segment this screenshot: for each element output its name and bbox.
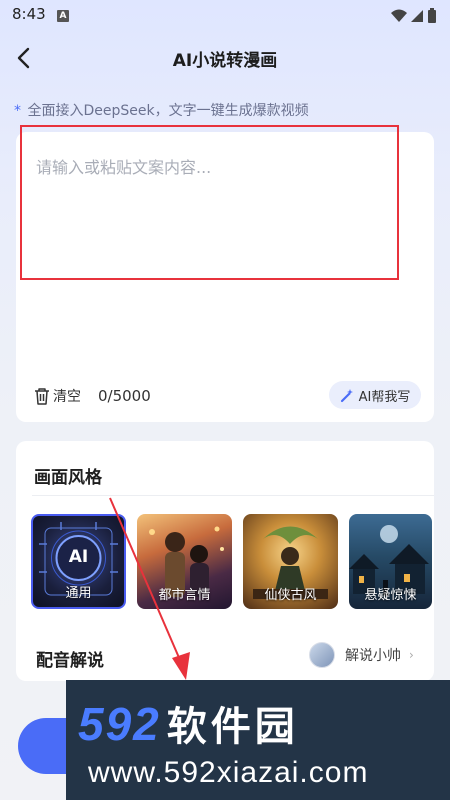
chevron-right-icon: ›	[409, 648, 414, 662]
style-tile-urban-romance[interactable]: 都市言情	[137, 514, 232, 609]
voice-selector[interactable]: 解说小帅 ›	[309, 642, 414, 668]
style-tile-general[interactable]: AI 通用	[31, 514, 126, 609]
watermark-logo: 592 软件园	[78, 694, 299, 752]
ai-badge: AI	[68, 547, 89, 567]
status-icons	[390, 7, 438, 29]
style-tile-xianxia[interactable]: 仙侠古风	[243, 514, 338, 609]
status-time: 8:43	[12, 5, 46, 23]
style-section-title: 画面风格	[34, 468, 102, 488]
clear-button[interactable]: 清空	[34, 386, 81, 406]
style-label: 悬疑惊悚	[364, 588, 417, 603]
watermark-name: 软件园	[166, 704, 299, 750]
notice-label: 全面接入DeepSeek，文字一键生成爆款视频	[27, 103, 309, 119]
notice-text: * 全面接入DeepSeek，文字一键生成爆款视频	[14, 100, 309, 120]
clear-label: 清空	[53, 389, 81, 405]
style-label: 都市言情	[158, 588, 211, 603]
char-counter: 0/5000	[98, 387, 151, 405]
watermark-number: 592	[78, 698, 161, 750]
watermark-url: www.592xiazai.com	[88, 756, 369, 789]
style-list: AI 通用 都市言情 仙侠古风 悬疑惊悚	[31, 514, 432, 609]
trash-icon	[35, 388, 49, 405]
style-label: 仙侠古风	[264, 588, 317, 603]
watermark-banner: 592 软件园 www.592xiazai.com	[66, 680, 450, 800]
magic-wand-icon	[340, 388, 353, 402]
style-label: 通用	[65, 586, 92, 601]
voice-name: 解说小帅	[345, 648, 401, 664]
wifi-icon	[391, 8, 436, 23]
notice-star: *	[14, 103, 21, 119]
divider	[32, 495, 434, 496]
nav-bar: AI小说转漫画	[0, 38, 450, 78]
ai-write-button[interactable]: AI帮我写	[329, 381, 421, 409]
page-title: AI小说转漫画	[172, 51, 278, 71]
highlight-box	[20, 125, 399, 280]
status-bar: 8:43 A	[0, 0, 450, 32]
notification-icon: A	[57, 10, 69, 22]
ai-write-label: AI帮我写	[358, 389, 411, 405]
voice-section-title: 配音解说	[36, 651, 104, 671]
voice-avatar	[309, 642, 335, 668]
style-tile-suspense[interactable]: 悬疑惊悚	[349, 514, 432, 609]
